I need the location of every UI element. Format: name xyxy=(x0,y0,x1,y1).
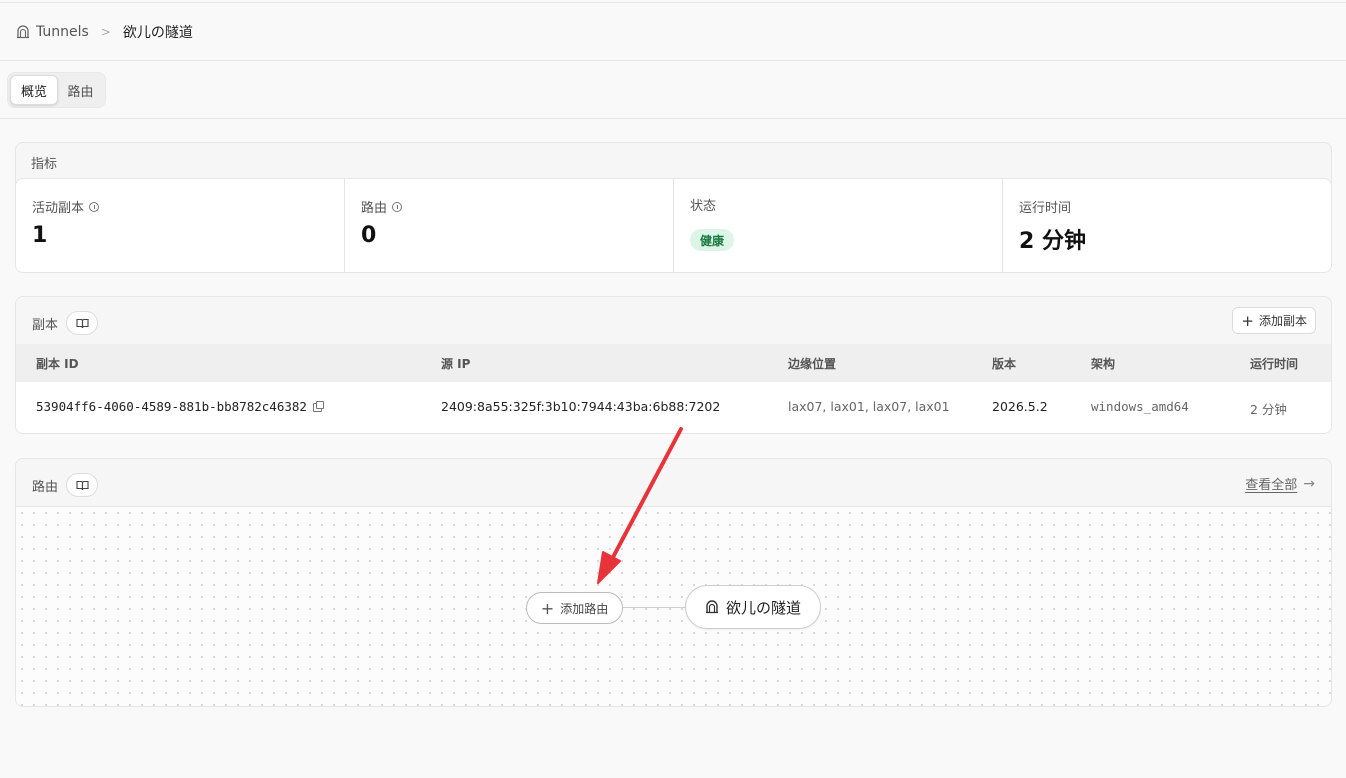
metric-active-replicas: 活动副本 1 xyxy=(16,179,345,272)
routes-panel: 路由 查看全部 → + 添加路由 欲儿の隧道 xyxy=(15,458,1332,707)
replicas-title: 副本 xyxy=(32,317,59,333)
add-replica-button[interactable]: + 添加副本 xyxy=(1232,307,1316,334)
metric-value: 1 xyxy=(32,223,48,248)
top-border xyxy=(0,0,1346,3)
metric-routes: 路由 0 xyxy=(345,179,674,272)
replica-id: 53904ff6-4060-4589-881b-bb8782c46382 xyxy=(36,399,307,414)
metric-uptime: 运行时间 2 分钟 xyxy=(1003,179,1331,272)
metric-value: 0 xyxy=(361,223,377,248)
metric-label-text: 状态 xyxy=(690,199,717,214)
metric-label: 运行时间 xyxy=(1019,197,1071,216)
breadcrumb-current: 欲儿の隧道 xyxy=(122,25,193,41)
metric-label: 状态 xyxy=(690,195,716,214)
metric-value: 2 分钟 xyxy=(1019,229,1086,254)
col-version: 版本 xyxy=(992,357,1017,371)
view-all-link[interactable]: 查看全部 → xyxy=(1245,474,1315,494)
tab-routes[interactable]: 路由 xyxy=(58,75,103,105)
breadcrumb-root-link[interactable]: Tunnels xyxy=(36,24,89,40)
col-replica-id: 副本 ID xyxy=(36,357,79,371)
col-uptime: 运行时间 xyxy=(1250,357,1299,371)
tab-bar: 概览 路由 xyxy=(7,72,106,108)
arch-cell: windows_amd64 xyxy=(1091,399,1189,414)
breadcrumb-separator: > xyxy=(100,25,111,39)
arrow-right-icon: → xyxy=(1303,475,1315,492)
book-icon xyxy=(75,480,89,490)
routes-title: 路由 xyxy=(32,479,59,495)
info-icon[interactable] xyxy=(89,201,100,212)
divider xyxy=(0,60,1346,61)
metric-status: 状态 健康 xyxy=(674,179,1003,272)
metric-label-text: 活动副本 xyxy=(32,201,85,216)
metric-label-text: 路由 xyxy=(361,201,388,216)
connector-line xyxy=(623,607,685,608)
edge-cell: lax07, lax01, lax07, lax01 xyxy=(788,399,950,414)
info-icon[interactable] xyxy=(392,201,403,212)
metric-label-text: 运行时间 xyxy=(1019,201,1072,216)
plus-icon: + xyxy=(540,598,555,618)
tunnel-icon xyxy=(705,600,719,614)
uptime-cell: 2 分钟 xyxy=(1250,402,1287,417)
docs-button[interactable] xyxy=(66,473,99,497)
breadcrumb: Tunnels > 欲儿の隧道 xyxy=(16,22,193,42)
view-all-label: 查看全部 xyxy=(1245,478,1298,493)
copy-icon[interactable] xyxy=(312,401,324,412)
add-route-label: 添加路由 xyxy=(560,601,609,616)
tunnel-node-label: 欲儿の隧道 xyxy=(725,598,801,617)
replica-id-cell: 53904ff6-4060-4589-881b-bb8782c46382 xyxy=(36,399,324,414)
col-arch: 架构 xyxy=(1091,357,1116,371)
tab-overview[interactable]: 概览 xyxy=(10,75,58,105)
replicas-panel: 副本 + 添加副本 副本 ID 源 IP 边缘位置 版本 架构 运行时间 539… xyxy=(15,296,1332,434)
routes-header: 路由 xyxy=(32,473,99,497)
col-edge: 边缘位置 xyxy=(788,357,837,371)
table-row: 53904ff6-4060-4589-881b-bb8782c46382 240… xyxy=(16,382,1331,433)
plus-icon: + xyxy=(1241,311,1254,330)
replicas-header: 副本 xyxy=(32,311,99,335)
tunnel-node[interactable]: 欲儿の隧道 xyxy=(685,585,821,629)
version-cell: 2026.5.2 xyxy=(992,399,1048,414)
source-ip-cell: 2409:8a55:325f:3b10:7944:43ba:6b88:7202 xyxy=(441,399,721,414)
routes-canvas[interactable]: + 添加路由 欲儿の隧道 xyxy=(16,506,1331,706)
tunnel-icon xyxy=(16,25,30,39)
table-header: 副本 ID 源 IP 边缘位置 版本 架构 运行时间 xyxy=(16,344,1331,382)
metric-label: 路由 xyxy=(361,197,403,216)
add-replica-label: 添加副本 xyxy=(1258,314,1307,328)
divider xyxy=(0,118,1346,119)
docs-button[interactable] xyxy=(66,311,99,335)
metric-cards: 活动副本 1 路由 0 状态 健康 运行时间 2 分钟 xyxy=(16,178,1331,272)
book-icon xyxy=(75,318,89,328)
add-route-button[interactable]: + 添加路由 xyxy=(526,592,623,624)
col-source-ip: 源 IP xyxy=(441,357,471,371)
metrics-panel: 指标 活动副本 1 路由 0 状态 健康 运行时间 2 分钟 xyxy=(15,142,1332,273)
status-badge: 健康 xyxy=(690,229,735,251)
metrics-title: 指标 xyxy=(31,157,58,172)
metric-label: 活动副本 xyxy=(32,197,100,216)
